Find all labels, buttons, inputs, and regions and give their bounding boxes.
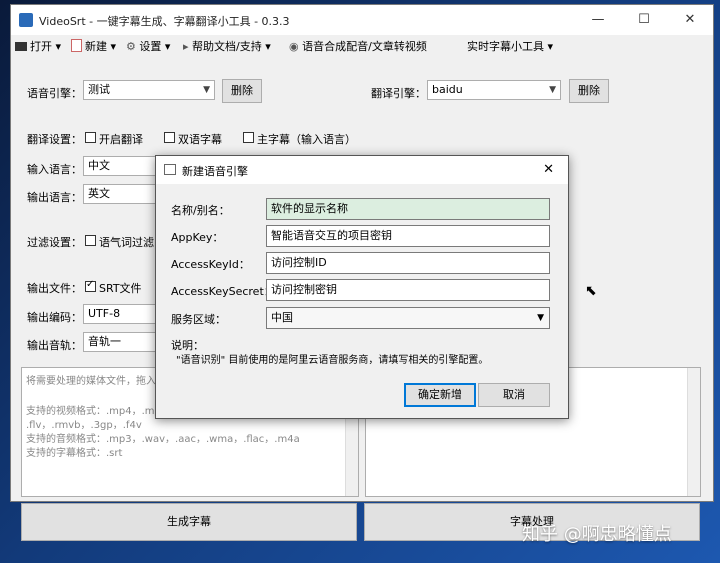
appkey-input[interactable]: 智能语音交互的项目密钥 xyxy=(266,225,550,247)
enable-translate-label: 开启翻译 xyxy=(99,133,143,146)
chevron-down-icon: ▼ xyxy=(549,85,556,95)
new-speech-engine-dialog: 新建语音引擎 ✕ 名称/别名： 软件的显示名称 AppKey： 智能语音交互的项… xyxy=(155,155,569,419)
main-subtitle-checkbox[interactable] xyxy=(243,132,254,143)
translate-engine-select[interactable]: baidu ▼ xyxy=(427,80,561,100)
minimize-button[interactable]: — xyxy=(575,5,621,35)
filter-label: 过滤设置： xyxy=(27,236,82,249)
output-encoding-label: 输出编码： xyxy=(27,311,82,324)
generate-subtitle-button[interactable]: 生成字幕 xyxy=(21,503,357,541)
bilingual-checkbox[interactable] xyxy=(164,132,175,143)
close-button[interactable]: ✕ xyxy=(667,5,713,35)
menu-new[interactable]: 新建 ▾ xyxy=(71,39,116,55)
access-key-id-label: AccessKeyId： xyxy=(171,258,250,271)
scrollbar[interactable] xyxy=(687,368,700,496)
gear-icon: ⚙ xyxy=(126,40,136,53)
dialog-close-button[interactable]: ✕ xyxy=(543,162,554,177)
caret-down-icon: ▾ xyxy=(547,40,554,53)
main-subtitle-label: 主字幕（输入语言） xyxy=(257,133,356,146)
chevron-down-icon: ▼ xyxy=(537,313,544,323)
translate-settings-label: 翻译设置： xyxy=(27,133,82,146)
speaker-icon: ◉ xyxy=(289,40,299,53)
name-input[interactable]: 软件的显示名称 xyxy=(266,198,550,220)
title-bar: VideoSrt - 一键字幕生成、字幕翻译小工具 - 0.3.3 — ☐ ✕ xyxy=(11,5,713,35)
menu-help[interactable]: ▸ 帮助文档/支持 ▾ xyxy=(183,39,271,55)
output-track-label: 输出音轨： xyxy=(27,339,82,352)
menu-settings[interactable]: ⚙ 设置 ▾ xyxy=(126,39,170,55)
app-icon xyxy=(19,13,33,27)
caret-down-icon: ▾ xyxy=(55,40,62,53)
enable-translate-checkbox[interactable] xyxy=(85,132,96,143)
translate-engine-delete-button[interactable]: 删除 xyxy=(569,79,609,103)
cursor-icon: ⬉ xyxy=(585,283,597,299)
watermark-text: 知乎 @啊忠略懂点 xyxy=(522,524,672,545)
help-icon: ▸ xyxy=(183,40,189,53)
new-file-icon xyxy=(71,39,82,52)
note-text: "语音识别" 目前使用的是阿里云语音服务商，请填写相关的引擎配置。 xyxy=(176,355,489,366)
filter-modal-checkbox[interactable] xyxy=(85,235,96,246)
srt-file-checkbox[interactable] xyxy=(85,279,96,292)
speech-engine-delete-button[interactable]: 删除 xyxy=(222,79,262,103)
confirm-button[interactable]: 确定新增 xyxy=(404,383,476,407)
drop-hint-line: 将需要处理的媒体文件，拖入 xyxy=(26,376,156,387)
access-key-secret-input[interactable]: 访问控制密钥 xyxy=(266,279,550,301)
access-key-secret-label: AccessKeySecret： xyxy=(171,285,275,298)
srt-file-label: SRT文件 xyxy=(99,282,142,295)
speech-engine-select[interactable]: 测试 ▼ xyxy=(83,80,215,100)
menu-bar: 打开 ▾ 新建 ▾ ⚙ 设置 ▾ ▸ 帮助文档/支持 ▾ ◉ 语音合成配音/文章… xyxy=(11,35,713,59)
region-select[interactable]: 中国 ▼ xyxy=(266,307,550,329)
input-lang-label: 输入语言： xyxy=(27,163,82,176)
speech-engine-label: 语音引擎： xyxy=(27,87,82,100)
cancel-button[interactable]: 取消 xyxy=(478,383,550,407)
drop-hint-line: 支持的字幕格式：.srt xyxy=(26,448,123,459)
dialog-title-bar: 新建语音引擎 ✕ xyxy=(156,156,568,184)
output-lang-label: 输出语言： xyxy=(27,191,82,204)
folder-icon xyxy=(15,42,27,51)
name-label: 名称/别名： xyxy=(171,204,230,217)
drop-hint-line: 支持的音频格式：.mp3，.wav，.aac，.wma，.flac，.m4a xyxy=(26,434,300,445)
dialog-title: 新建语音引擎 xyxy=(182,165,248,178)
menu-tts[interactable]: ◉ 语音合成配音/文章转视频 xyxy=(289,39,427,55)
drop-hint-line: .flv，.rmvb，.3gp，.f4v xyxy=(26,420,142,431)
caret-down-icon: ▾ xyxy=(164,40,171,53)
access-key-id-input[interactable]: 访问控制ID xyxy=(266,252,550,274)
chevron-down-icon: ▼ xyxy=(203,85,210,95)
caret-down-icon: ▾ xyxy=(265,40,271,53)
appkey-label: AppKey： xyxy=(171,231,224,244)
menu-open[interactable]: 打开 ▾ xyxy=(15,39,61,55)
translate-engine-label: 翻译引擎： xyxy=(371,87,426,100)
window-title: VideoSrt - 一键字幕生成、字幕翻译小工具 - 0.3.3 xyxy=(39,15,290,28)
filter-modal-label: 语气词过滤 xyxy=(99,236,154,249)
drop-hint-line: 支持的视频格式：.mp4，.mp xyxy=(26,406,161,417)
output-file-label: 输出文件： xyxy=(27,282,82,295)
region-label: 服务区域： xyxy=(171,313,226,326)
maximize-button[interactable]: ☐ xyxy=(621,5,667,35)
dialog-window-icon xyxy=(164,164,176,175)
bilingual-label: 双语字幕 xyxy=(178,133,222,146)
menu-realtime[interactable]: 实时字幕小工具 ▾ xyxy=(467,39,553,55)
caret-down-icon: ▾ xyxy=(110,40,117,53)
